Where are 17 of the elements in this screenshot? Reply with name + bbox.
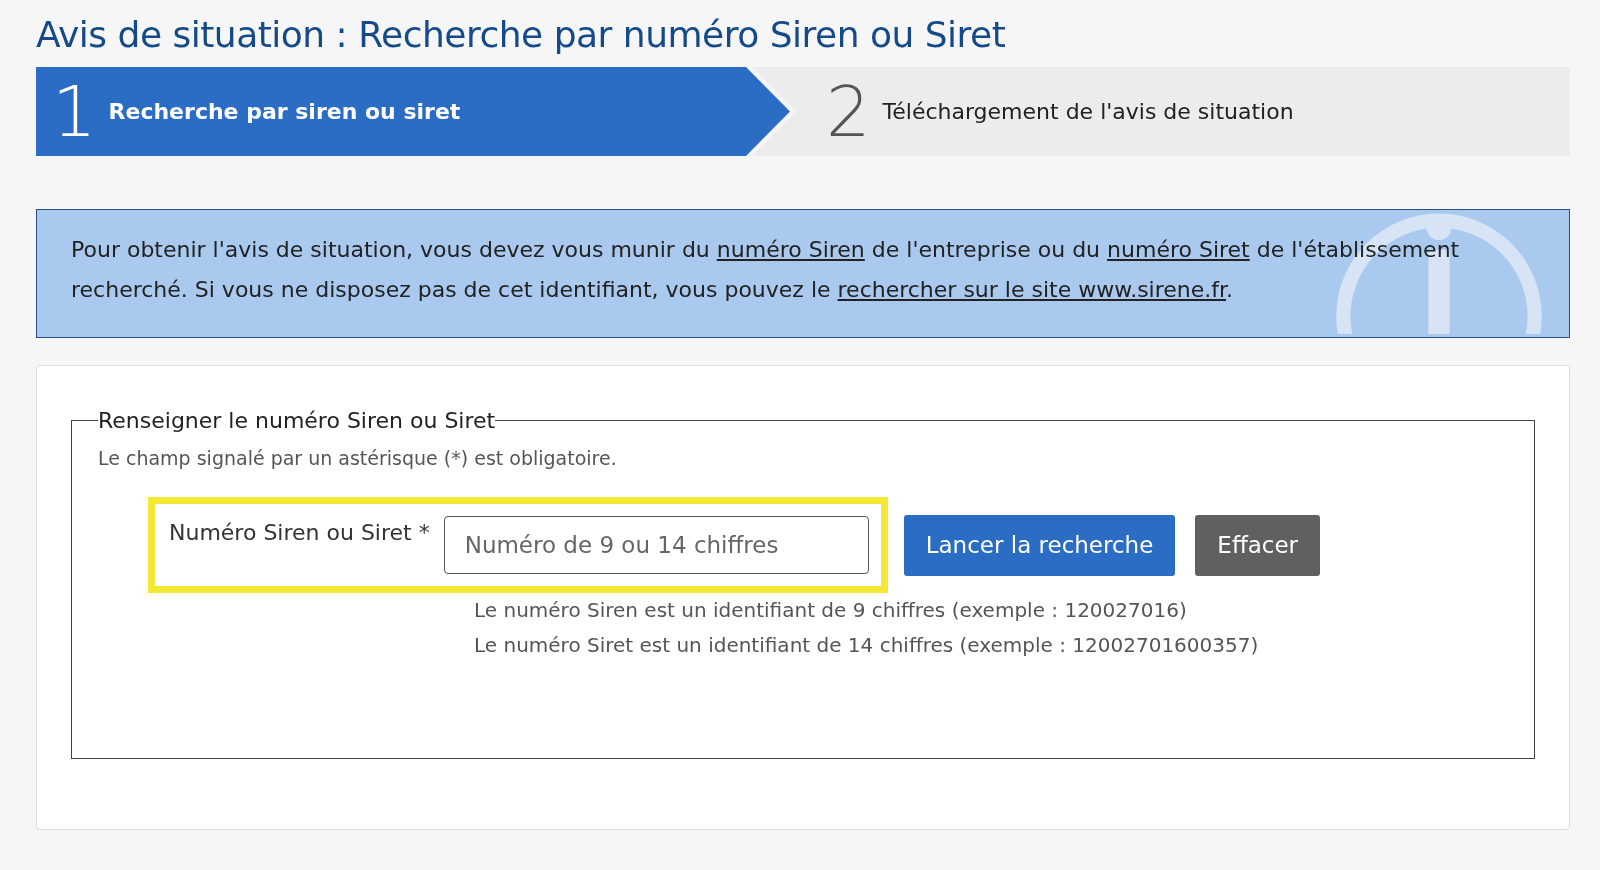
info-text: Pour obtenir l'avis de situation, vous devez vous munir du numéro Siren de l'entreprise ou du numéro Siret de l'établissement recherché. Si vous ne disposez pas de cet identifiant, vous pouvez le rechercher sur le site www.sirene.fr.: [71, 236, 1461, 304]
clear-button[interactable]: Effacer: [1195, 514, 1321, 576]
step-number: 2: [826, 76, 871, 147]
step-number: 1: [52, 76, 97, 147]
help-text: Le numéro Siren est un identifiant de 9 chiffres (exemple : 120027016): [474, 597, 1188, 624]
page-title: Avis de situation : Recherche par numéro Siren ou Siret: [36, 14, 1007, 55]
field-label: Numéro Siren ou Siret *: [169, 519, 430, 545]
required-note: Le champ signalé par un astérisque (*) est obligatoire.: [98, 447, 618, 469]
fieldset-legend: Renseigner le numéro Siren ou Siret: [98, 408, 496, 433]
siren-field[interactable]: Numéro de 9 ou 14 chiffres: [443, 516, 869, 574]
info-link[interactable]: numéro Siren: [716, 237, 865, 262]
search-button[interactable]: Lancer la recherche: [903, 514, 1176, 576]
help-text: Le numéro Siret est un identifiant de 14 chiffres (exemple : 12002701600357): [474, 632, 1260, 659]
step-label: Recherche par siren ou siret: [108, 99, 461, 124]
step-label: Téléchargement de l'avis de situation: [882, 99, 1294, 124]
info-link[interactable]: numéro Siret: [1107, 237, 1250, 262]
info-link[interactable]: rechercher sur le site www.sirene.fr: [837, 277, 1227, 302]
